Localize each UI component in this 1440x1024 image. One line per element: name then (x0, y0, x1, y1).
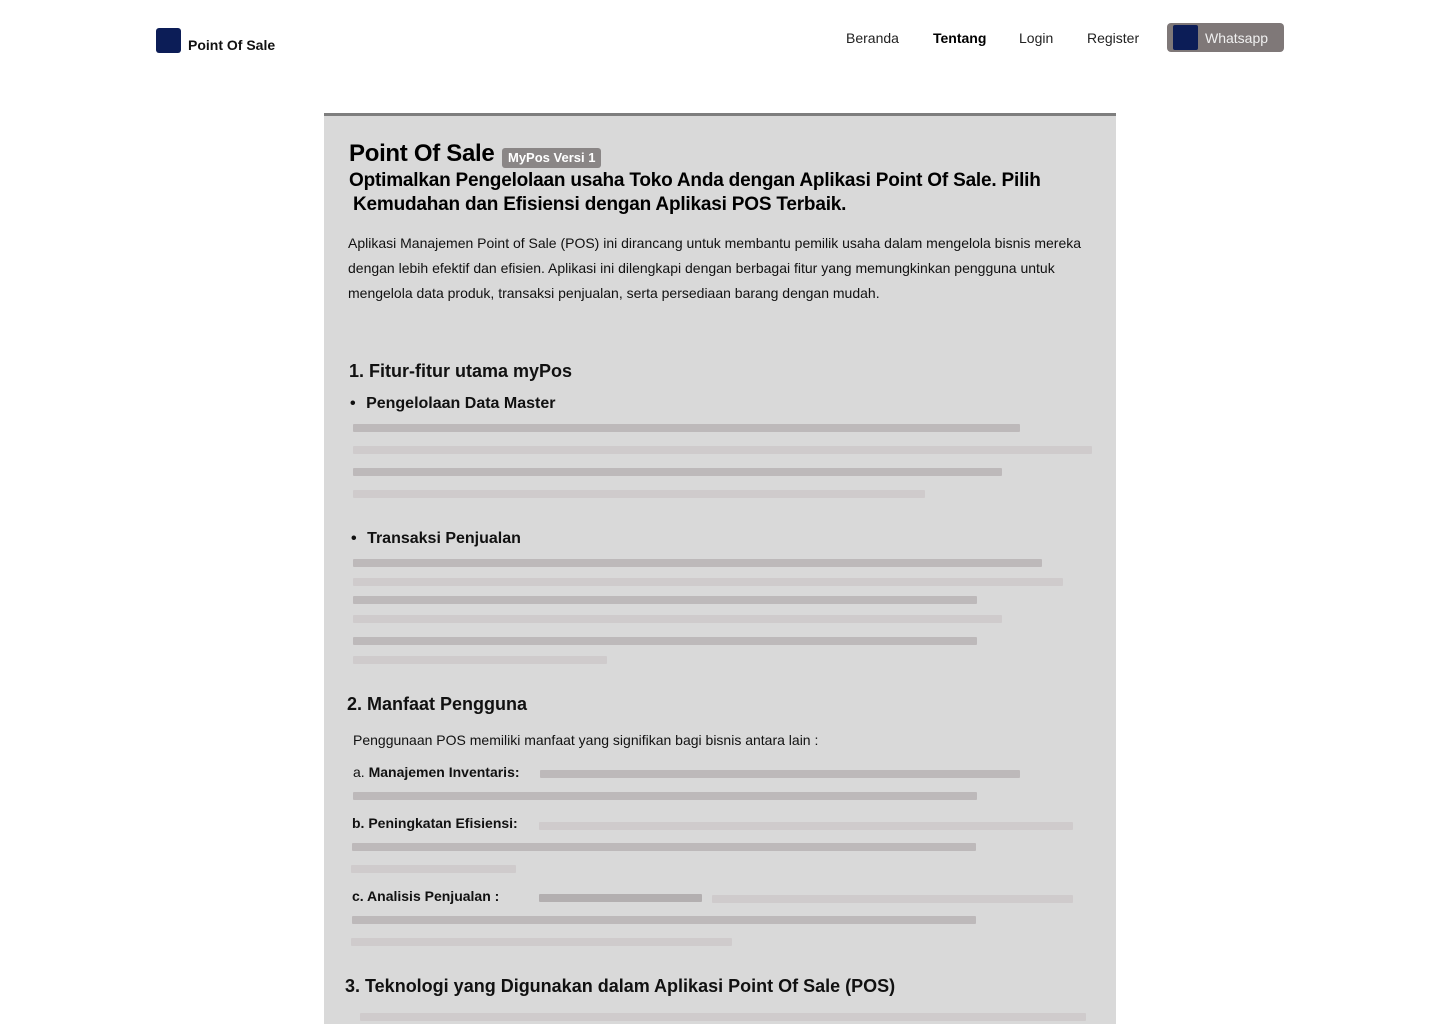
placeholder-line (352, 843, 976, 851)
placeholder-line (540, 770, 1020, 778)
benefit-c: c. Analisis Penjualan : (352, 888, 499, 904)
placeholder-line (712, 895, 1073, 903)
placeholder-line (353, 559, 1042, 567)
placeholder-line (353, 615, 1002, 623)
page-subtitle: Optimalkan Pengelolaan usaha Toko Anda d… (349, 169, 1116, 217)
placeholder-line (353, 596, 977, 604)
bullet-transaksi: • Transaksi Penjualan (351, 530, 521, 548)
placeholder-line (351, 938, 732, 946)
whatsapp-label: Whatsapp (1205, 29, 1269, 46)
subtitle-line-2: Kemudahan dan Efisiensi dengan Aplikasi … (353, 194, 847, 215)
placeholder-line (353, 446, 1092, 454)
nav-beranda[interactable]: Beranda (846, 30, 899, 46)
intro-paragraph: Aplikasi Manajemen Point of Sale (POS) i… (348, 235, 1082, 301)
placeholder-line (352, 916, 976, 924)
bullet-transaksi-label: Transaksi Penjualan (367, 530, 521, 547)
section3-heading: 3. Teknologi yang Digunakan dalam Aplika… (345, 976, 896, 996)
nav-register[interactable]: Register (1087, 30, 1139, 46)
bullet-dot-icon: • (350, 395, 356, 412)
placeholder-line (539, 822, 1073, 830)
placeholder-line (360, 1013, 1086, 1021)
bullet-data-master-label: Pengelolaan Data Master (366, 395, 556, 412)
bullet-data-master: • Pengelolaan Data Master (350, 395, 555, 413)
benefit-a-prefix: a. (353, 764, 365, 780)
placeholder-line (353, 637, 977, 645)
placeholder-line (353, 792, 977, 800)
subtitle-line-1: Optimalkan Pengelolaan usaha Toko Anda d… (349, 170, 1041, 191)
brand-name: Point Of Sale (188, 37, 276, 53)
nav-login[interactable]: Login (1019, 30, 1053, 46)
whatsapp-button[interactable]: Whatsapp (1167, 23, 1284, 52)
bullet-dot-icon: • (351, 530, 357, 547)
placeholder-line (353, 656, 607, 664)
logo-icon (156, 28, 181, 53)
nav-tentang[interactable]: Tentang (933, 30, 986, 46)
benefit-a: a. Manajemen Inventaris: (353, 764, 520, 780)
placeholder-line (353, 490, 925, 498)
placeholder-line (539, 894, 702, 902)
benefit-a-label: Manajemen Inventaris: (368, 764, 520, 780)
placeholder-line (353, 468, 1002, 476)
brand-logo[interactable]: Point Of Sale (156, 28, 275, 53)
section1-heading: 1. Fitur-fitur utama myPos (349, 361, 573, 381)
section2-intro: Penggunaan POS memiliki manfaat yang sig… (353, 732, 819, 748)
section2-heading: 2. Manfaat Pengguna (347, 694, 528, 714)
version-badge: MyPos Versi 1 (502, 148, 602, 168)
page-title: Point Of Sale (349, 140, 495, 167)
benefit-b: b. Peningkatan Efisiensi: (352, 815, 518, 831)
whatsapp-icon (1173, 25, 1198, 50)
placeholder-line (353, 578, 1063, 586)
placeholder-line (353, 424, 1020, 432)
benefit-b-label: b. Peningkatan Efisiensi: (352, 815, 518, 831)
navbar: Point Of Sale Beranda Tentang Login Regi… (0, 0, 1440, 80)
placeholder-line (351, 865, 516, 873)
benefit-c-label: c. Analisis Penjualan : (352, 888, 500, 904)
about-card: Point Of Sale MyPos Versi 1 Optimalkan P… (324, 113, 1116, 1024)
